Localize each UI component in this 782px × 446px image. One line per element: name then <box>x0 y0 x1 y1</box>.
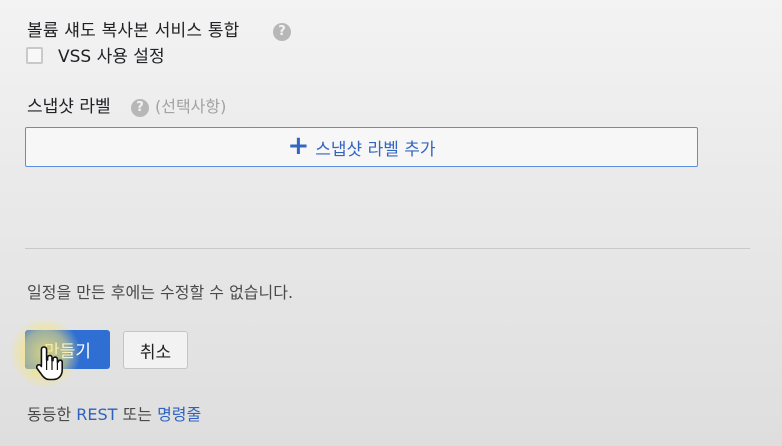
add-snapshot-label-text: 스냅샷 라벨 추가 <box>315 139 436 160</box>
optional-hint: (선택사항) <box>155 97 227 116</box>
snapshot-labels-title: 스냅샷 라벨 <box>27 97 111 117</box>
help-icon[interactable]: ? <box>273 23 291 41</box>
help-icon[interactable]: ? <box>131 99 149 117</box>
add-snapshot-label-button[interactable]: + 스냅샷 라벨 추가 <box>25 127 698 167</box>
vss-checkbox[interactable] <box>26 47 43 64</box>
plus-icon: + <box>287 131 310 161</box>
cancel-button[interactable]: 취소 <box>123 331 188 369</box>
immutable-notice: 일정을 만든 후에는 수정할 수 없습니다. <box>27 283 294 302</box>
vss-checkbox-label[interactable]: VSS 사용 설정 <box>58 44 165 70</box>
equivalent-links: 동등한 REST 또는 명령줄 <box>27 402 201 428</box>
rest-link[interactable]: REST <box>76 405 117 424</box>
vss-section-title: 볼륨 섀도 복사본 서비스 통합 <box>27 21 240 41</box>
command-line-link[interactable]: 명령줄 <box>157 405 201 424</box>
create-button[interactable]: 만들기 <box>25 330 110 369</box>
equivalent-prefix: 동등한 <box>27 405 72 424</box>
divider <box>25 248 750 249</box>
equivalent-or: 또는 <box>122 405 152 424</box>
